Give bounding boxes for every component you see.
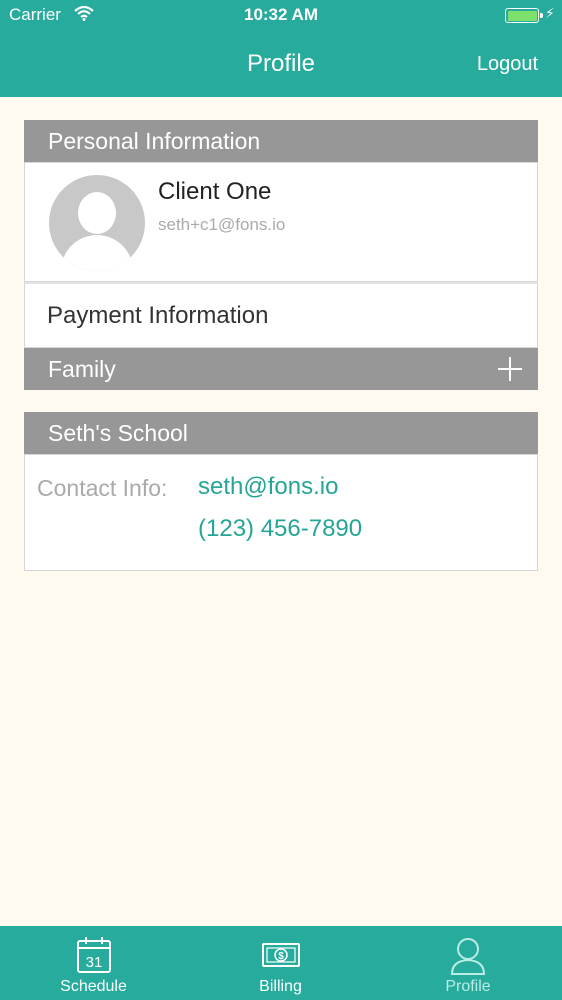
navigation-bar: Carrier 10:32 AM ⚡ Profile Logout (0, 0, 562, 97)
calendar-day-text: 31 (85, 954, 102, 971)
school-header: Seth's School (24, 412, 538, 454)
contact-email-link[interactable]: seth@fons.io (198, 473, 338, 501)
svg-text:$: $ (278, 951, 284, 962)
logout-button[interactable]: Logout (477, 53, 538, 76)
tab-billing-label: Billing (259, 978, 302, 995)
user-outline-icon (450, 938, 486, 975)
tab-billing[interactable]: $ Billing (187, 926, 374, 1000)
contact-phone-link[interactable]: (123) 456-7890 (198, 515, 362, 543)
client-email: seth+c1@fons.io (158, 215, 286, 234)
calendar-icon: 31 (76, 937, 111, 973)
battery-icon (505, 8, 543, 23)
profile-card[interactable]: Client One seth+c1@fons.io (24, 162, 538, 282)
charging-icon: ⚡ (545, 5, 555, 21)
school-contact-card: Contact Info: seth@fons.io (123) 456-789… (24, 454, 538, 571)
tab-schedule-label: Schedule (60, 978, 127, 995)
dollar-bill-icon: $ (261, 943, 300, 967)
user-placeholder-icon (49, 175, 145, 271)
status-time: 10:32 AM (243, 5, 318, 24)
payment-information-row[interactable]: Payment Information (24, 282, 538, 348)
contact-info-label: Contact Info: (37, 475, 168, 501)
tab-profile[interactable]: Profile (374, 926, 562, 1000)
tab-bar: 31 Schedule $ Billing Profile (0, 926, 562, 1000)
tab-schedule[interactable]: 31 Schedule (0, 926, 187, 1000)
family-header: Family (24, 348, 538, 390)
client-name: Client One (158, 178, 272, 205)
tab-profile-label: Profile (445, 978, 491, 995)
status-bar: Carrier 10:32 AM ⚡ (0, 0, 562, 30)
plus-icon[interactable] (498, 357, 522, 381)
personal-information-header: Personal Information (24, 120, 538, 162)
family-header-label: Family (48, 356, 116, 382)
